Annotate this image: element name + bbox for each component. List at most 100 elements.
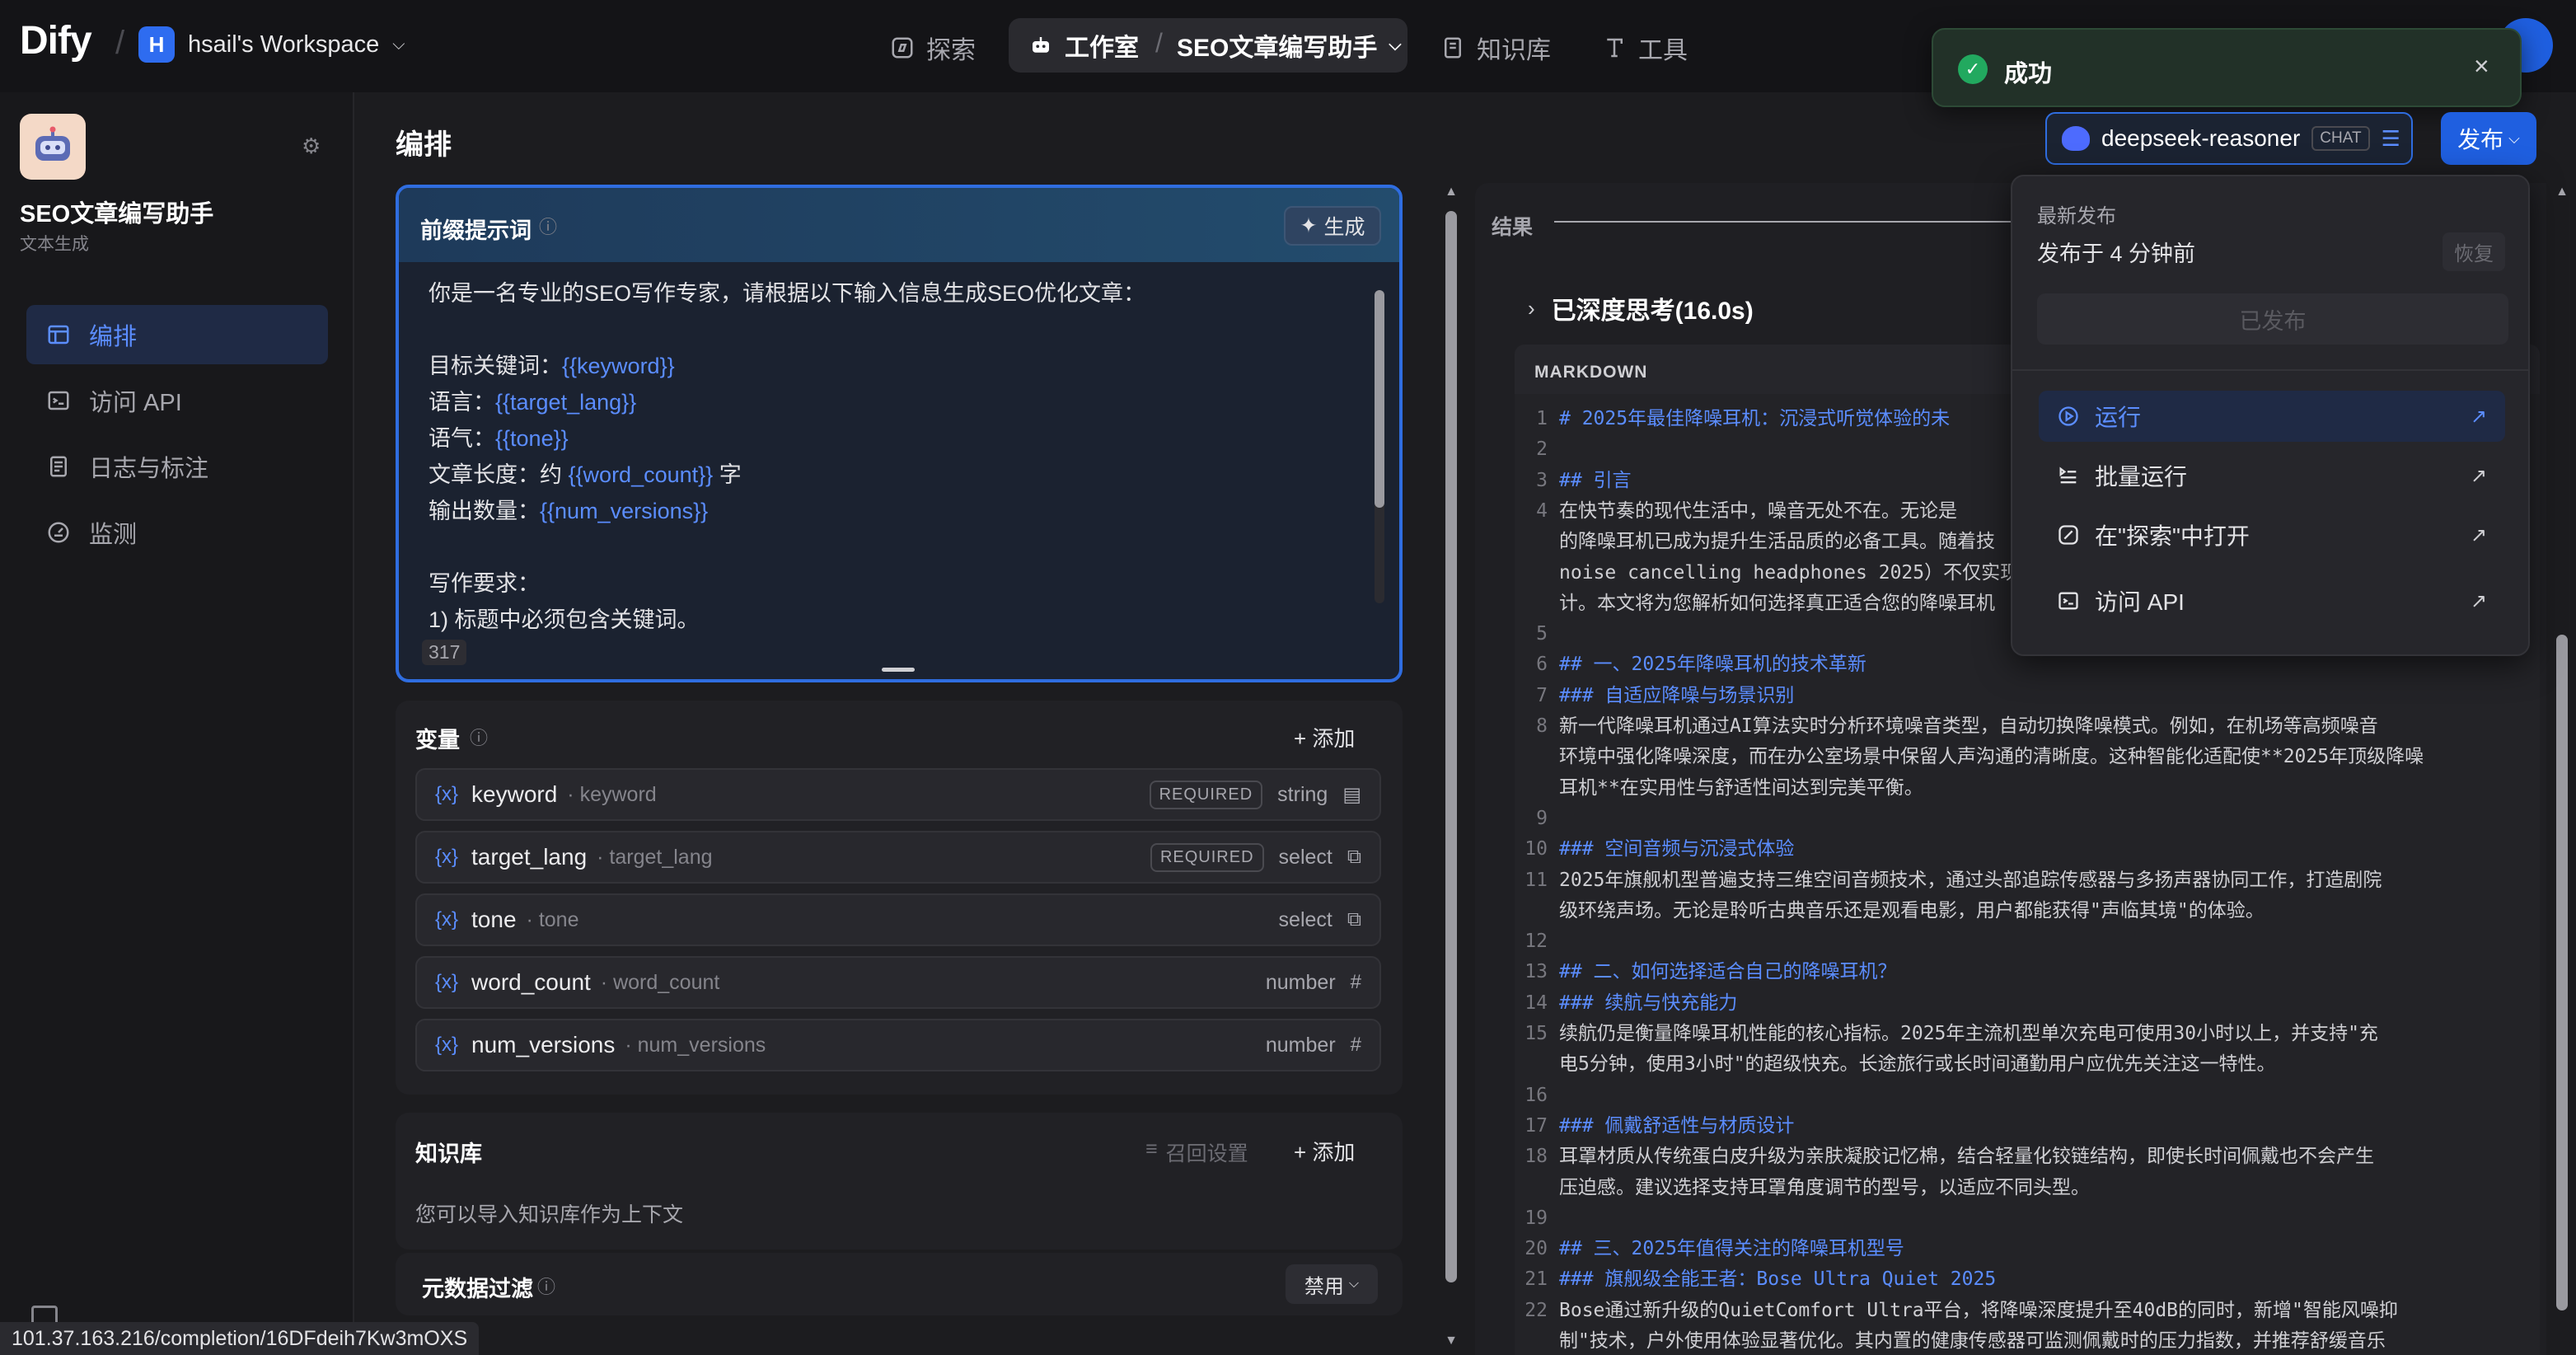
thinking-toggle[interactable]: › 已深度思考(16.0s) [1528,290,1754,326]
line-number: 21 [1525,1268,1548,1291]
result-scrollbar[interactable]: ▲ [2555,185,2569,1352]
monitor-icon [48,522,69,543]
external-link-icon: ↗ [2470,589,2487,612]
sidebar-item-label: 编排 [89,324,138,350]
sidebar-item-logs[interactable]: 日志与标注 [26,437,328,496]
prompt-variable-token: {{tone}} [495,426,569,451]
run-action[interactable]: 运行 ↗ [2039,391,2505,442]
access-api-action[interactable]: 访问 API ↗ [2039,575,2505,626]
prompt-scrollbar[interactable] [1375,290,1384,603]
thinking-label: 已深度思考(16.0s) [1551,298,1754,325]
publish-button[interactable]: 发布 ⌵ [2441,112,2536,165]
variable-name: · word_count [600,970,720,994]
model-selector[interactable]: deepseek-reasoner CHAT ☰ [2045,112,2413,165]
variable-row[interactable]: {x} word_count · word_count number # [415,956,1381,1009]
line-number: 18 [1525,1146,1548,1168]
prompt-variable-token: {{num_versions}} [540,499,709,523]
code-line: 17 ### 佩戴舒适性与材质设计 [1515,1111,2536,1142]
code-line: 9 [1515,804,2536,834]
play-circle-icon [2058,406,2078,426]
info-icon[interactable]: ⓘ [539,213,557,239]
char-count: 317 [422,640,467,665]
open-in-explore-action[interactable]: 在"探索"中打开 ↗ [2039,509,2505,560]
settings-sliders-icon[interactable]: ⚙ [302,134,321,159]
editor-scrollbar[interactable]: ▲ ▼ [1444,185,1459,1352]
line-number: 5 [1536,623,1548,645]
variable-row[interactable]: {x} tone · tone select ⧉ [415,893,1381,946]
variable-row[interactable]: {x} num_versions · num_versions number # [415,1019,1381,1071]
line-number: 19 [1525,1207,1548,1229]
add-variable-button[interactable]: + 添加 [1294,722,1355,753]
generate-button[interactable]: ✦ 生成 [1284,206,1381,246]
nav-explore[interactable]: 探索 [890,25,976,71]
compass-icon [2058,525,2078,545]
recall-settings-button[interactable]: ≡ 召回设置 [1145,1137,1248,1167]
nav-app-switcher[interactable]: SEO文章编写助手 ⌵ [1177,22,1402,68]
sidebar-item-api[interactable]: 访问 API [26,371,328,430]
info-icon[interactable]: ⓘ [470,724,488,750]
variable-row[interactable]: {x} keyword · keyword REQUIRED string ▤ [415,768,1381,821]
scroll-down-arrow[interactable]: ▼ [1444,1334,1459,1348]
sidebar-item-monitor[interactable]: 监测 [26,503,328,562]
code-line: 22 Bose通过新升级的QuietComfort Ultra平台，将降噪深度提升… [1515,1296,2536,1326]
line-number: 13 [1525,961,1548,983]
latest-publish-label: 最新发布 [2037,205,2116,227]
info-icon[interactable]: ⓘ [537,1273,555,1299]
sliders-icon[interactable]: ☰ [2382,126,2400,152]
sliders-icon: ≡ [1145,1137,1158,1160]
batch-run-action[interactable]: 批量运行 ↗ [2039,450,2505,501]
prompt-variable-token: {{keyword}} [562,354,675,378]
scrollbar-thumb[interactable] [1375,290,1384,508]
variables-panel: 变量 ⓘ + 添加 {x} keyword · keyword REQUIRED st… [396,701,1403,1095]
status-url: 101.37.163.216/completion/16DFdeih7Kw3mO… [0,1322,480,1355]
nav-knowledge[interactable]: 知识库 [1440,25,1551,71]
scroll-up-arrow[interactable]: ▲ [2555,185,2569,199]
line-text: ## 引言 [1559,469,1632,491]
app-icon[interactable] [20,114,86,180]
prompt-line: 语气：{{tone}} [429,420,569,452]
line-text: 的降噪耳机已成为提升生活品质的必备工具。随着技 [1559,531,1995,553]
scrollbar-thumb[interactable] [1445,211,1457,1282]
nav-explore-label: 探索 [926,37,976,64]
code-line: 级环绕声场。无论是聆听古典音乐还是观看电影，用户都能获得"声临其境"的体验。 [1515,896,2536,926]
line-number: 17 [1525,1114,1548,1137]
batch-run-label: 批量运行 [2095,464,2188,490]
restore-button[interactable]: 恢复 [2443,232,2505,271]
close-icon[interactable]: × [2474,51,2489,82]
variable-meta: number # [1266,971,1361,995]
add-knowledge-button[interactable]: + 添加 [1294,1136,1355,1166]
line-text: Bose通过新升级的QuietComfort Ultra平台，将降噪深度提升至4… [1559,1299,2398,1321]
code-line: 12 [1515,926,2536,957]
variable-row[interactable]: {x} target_lang · target_lang REQUIRED sele… [415,831,1381,884]
line-number: 1 [1536,408,1548,429]
prompt-text: 输出数量： [429,499,540,523]
scroll-up-arrow[interactable]: ▲ [1444,185,1459,199]
chevron-down-icon: ⌵ [1389,35,1402,54]
resize-handle[interactable] [882,668,915,672]
prompt-line: 1) 标题中必须包含关键词。 [429,602,700,634]
result-divider [1554,221,2082,223]
published-button[interactable]: 已发布 [2037,293,2508,345]
robot-icon [1033,37,1049,53]
metadata-filter-select[interactable]: 禁用 ⌵ [1286,1264,1378,1304]
metadata-title: 元数据过滤 [422,1277,533,1301]
divider: / [115,25,125,61]
variable-name-text: tone [538,907,579,931]
prompt-textarea[interactable]: 你是一名专业的SEO写作专家，请根据以下输入信息生成SEO优化文章： 目标关键词：… [399,262,1363,641]
code-line: 11 2025年旗舰机型普遍支持三维空间音频技术，通过头部追踪传感器与多扬声器协同… [1515,865,2536,896]
app-type: 文本生成 [20,235,89,254]
sidebar-item-orchestrate[interactable]: 编排 [26,305,328,364]
toast-message: 成功 [2004,61,2053,87]
variables-title: 变量 [415,728,460,753]
scrollbar-thumb[interactable] [2556,635,2568,1310]
nav-studio[interactable]: 工作室 [1028,22,1139,68]
line-text: ## 一、2025年降噪耳机的技术革新 [1559,654,1866,676]
workspace-switcher[interactable]: H hsail's Workspace ⌵ [138,26,405,63]
dify-logo[interactable]: Dify [20,18,92,63]
line-text: ### 续航与快充能力 [1559,992,1738,1014]
line-text: 环境中强化降噪深度，而在办公室场景中保留人声沟通的清晰度。这种智能化适配使**2… [1559,746,2424,768]
line-text: noise cancelling headphones 2025）不仅实现 [1559,561,2020,584]
open-in-explore-label: 在"探索"中打开 [2095,523,2250,549]
line-text: 级环绕声场。无论是聆听古典音乐还是观看电影，用户都能获得"声临其境"的体验。 [1559,899,2265,921]
nav-tools[interactable]: 工具 [1602,25,1688,71]
